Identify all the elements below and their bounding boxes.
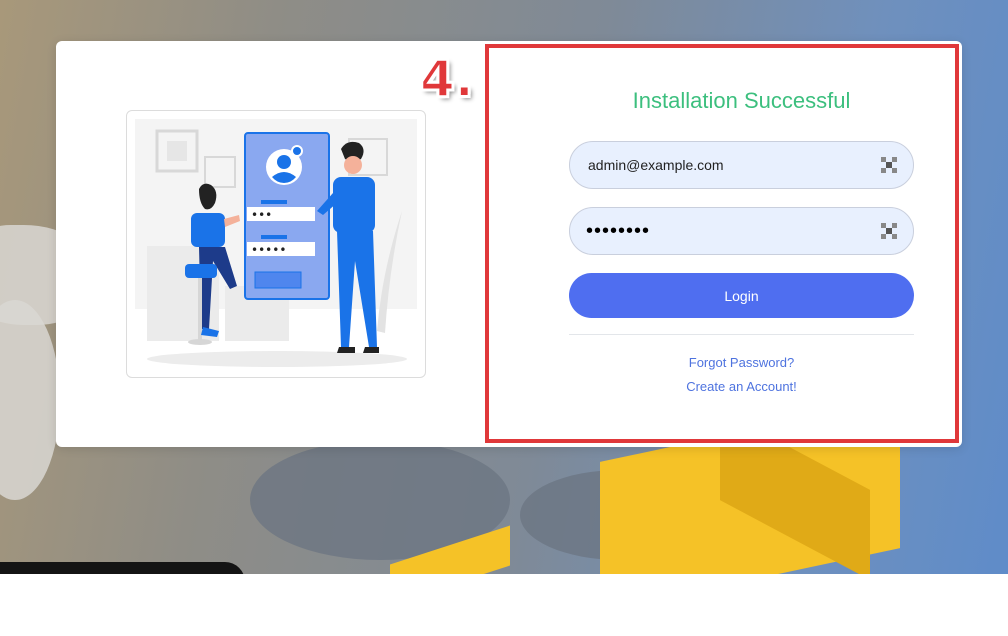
email-field-container	[569, 141, 914, 189]
divider	[569, 334, 914, 335]
password-field-container: ••••••••	[569, 207, 914, 255]
illustration-graphic: ••• •••••	[135, 119, 417, 367]
forgot-password-link[interactable]: Forgot Password?	[569, 355, 914, 370]
email-field[interactable]	[586, 156, 881, 174]
page-title: Installation Successful	[632, 88, 851, 113]
login-button[interactable]: Login	[569, 273, 914, 318]
autofill-key-icon[interactable]	[881, 157, 897, 173]
svg-text:•••••: •••••	[251, 243, 286, 257]
login-illustration: ••• •••••	[126, 110, 426, 378]
dark-overlay-panel	[0, 562, 245, 574]
create-account-link[interactable]: Create an Account!	[569, 379, 914, 394]
autofill-key-icon[interactable]	[881, 223, 897, 239]
password-field[interactable]: ••••••••	[586, 220, 881, 243]
svg-text:•••: •••	[251, 208, 272, 222]
step-number-marker: 4.	[419, 49, 475, 109]
